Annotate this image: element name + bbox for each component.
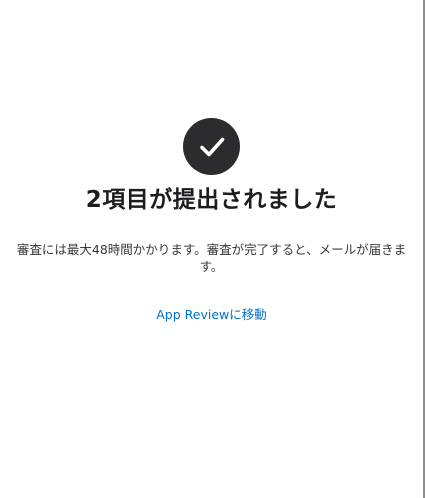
checkmark-icon — [199, 137, 224, 156]
confirmation-title: 2項目が提出されました — [85, 187, 338, 213]
go-to-app-review-link[interactable]: App Reviewに移動 — [156, 306, 267, 323]
submission-confirmation-page: 2項目が提出されました 審査には最大48時間かかります。審査が完了すると、メール… — [0, 0, 425, 498]
confirmation-message: 審査には最大48時間かかります。審査が完了すると、メールが届きます。 — [16, 242, 407, 274]
confirmation-panel: 2項目が提出されました 審査には最大48時間かかります。審査が完了すると、メール… — [0, 118, 423, 323]
checkmark-circle-icon — [183, 118, 240, 175]
